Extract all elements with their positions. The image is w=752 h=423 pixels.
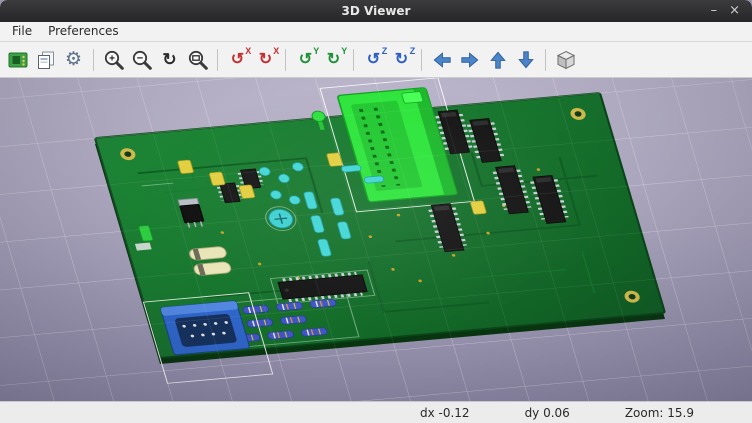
redraw-icon: ↻: [162, 51, 176, 68]
rotate-x-cw-icon: ↻X: [259, 52, 272, 68]
ortho-view-cube-icon: [555, 49, 577, 71]
move-up-icon: [488, 50, 508, 70]
zoom-in-icon: +: [103, 49, 125, 71]
move-left-button[interactable]: [428, 46, 455, 74]
titlebar[interactable]: 3D Viewer – ×: [0, 0, 752, 22]
minus-sign: −: [136, 52, 142, 64]
pcb-3d-render: [0, 78, 752, 401]
rotate-x-ccw-icon: ↺X: [231, 52, 244, 68]
menu-file[interactable]: File: [4, 22, 40, 41]
statusbar: dx -0.12 dy 0.06 Zoom: 15.9: [0, 401, 752, 423]
move-down-icon: [516, 50, 536, 70]
toolbar: ⚙ + − ↻: [0, 42, 752, 78]
plus-sign: +: [109, 53, 115, 64]
zoom-fit-icon: [187, 49, 209, 71]
close-button[interactable]: ×: [729, 0, 740, 22]
window-controls: – ×: [711, 0, 752, 22]
rotate-x-pos-button[interactable]: ↻X: [252, 46, 279, 74]
zoom-in-button[interactable]: +: [100, 46, 127, 74]
rotate-y-cw-icon: ↻Y: [327, 52, 340, 68]
redraw-button[interactable]: ↻: [156, 46, 183, 74]
rotate-y-neg-button[interactable]: ↺Y: [292, 46, 319, 74]
move-up-button[interactable]: [484, 46, 511, 74]
status-dy: dy 0.06: [525, 406, 570, 420]
rotate-y-ccw-icon: ↺Y: [299, 52, 312, 68]
reload-board-icon: [7, 49, 29, 71]
settings-button[interactable]: ⚙: [60, 46, 87, 74]
rotate-x-neg-button[interactable]: ↺X: [224, 46, 251, 74]
menu-preferences[interactable]: Preferences: [40, 22, 127, 41]
minimize-button[interactable]: –: [711, 0, 718, 22]
rotate-z-cw-icon: ↻Z: [395, 52, 408, 68]
toolbar-separator: [217, 49, 218, 71]
move-down-button[interactable]: [512, 46, 539, 74]
rotate-z-neg-button[interactable]: ↺Z: [360, 46, 387, 74]
ortho-view-button[interactable]: [552, 46, 579, 74]
status-dx: dx -0.12: [420, 406, 470, 420]
zoom-out-button[interactable]: −: [128, 46, 155, 74]
viewport-3d[interactable]: [0, 78, 752, 401]
zoom-out-icon: −: [131, 49, 153, 71]
move-left-icon: [432, 50, 452, 70]
toolbar-separator: [421, 49, 422, 71]
toolbar-separator: [285, 49, 286, 71]
window-title: 3D Viewer: [0, 4, 752, 18]
gear-icon: ⚙: [65, 50, 82, 69]
rotate-z-ccw-icon: ↺Z: [367, 52, 380, 68]
copy-image-button[interactable]: [32, 46, 59, 74]
toolbar-separator: [353, 49, 354, 71]
rotate-z-pos-button[interactable]: ↻Z: [388, 46, 415, 74]
3d-viewer-window: 3D Viewer – × File Preferences: [0, 0, 752, 423]
move-right-button[interactable]: [456, 46, 483, 74]
menubar: File Preferences: [0, 22, 752, 42]
copy-image-icon: [35, 49, 57, 71]
rotate-y-pos-button[interactable]: ↻Y: [320, 46, 347, 74]
status-zoom: Zoom: 15.9: [625, 406, 694, 420]
toolbar-separator: [93, 49, 94, 71]
move-right-icon: [460, 50, 480, 70]
toolbar-separator: [545, 49, 546, 71]
reload-board-button[interactable]: [4, 46, 31, 74]
zoom-fit-button[interactable]: [184, 46, 211, 74]
